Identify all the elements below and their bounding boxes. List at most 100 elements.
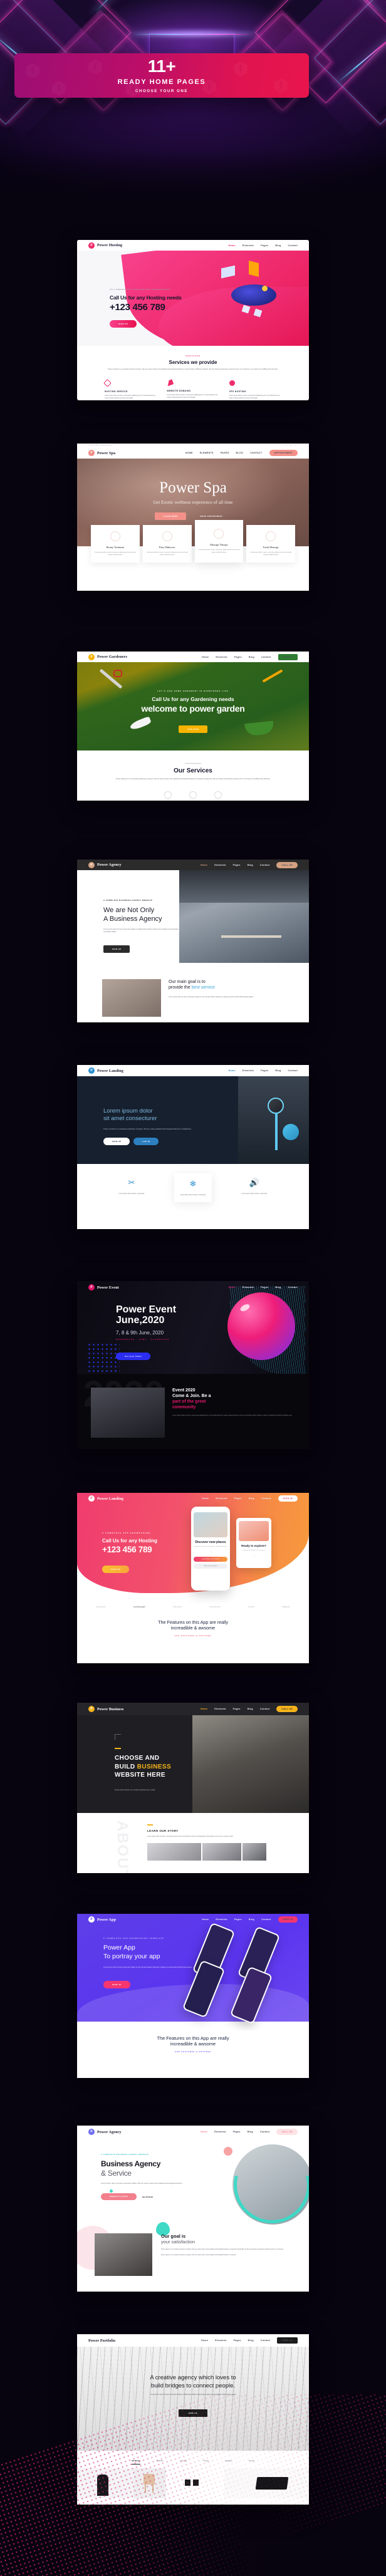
brand-logo[interactable]: P Power Business	[88, 1706, 123, 1712]
nav-item[interactable]: Elements	[214, 864, 226, 866]
nav-item[interactable]: Pages	[234, 656, 242, 658]
mockup-power-app-landing[interactable]: P Power Landing Home Elements Pages Blog…	[77, 1493, 309, 1663]
brand-logo[interactable]: P Power Landing	[88, 1067, 123, 1074]
nav-item[interactable]: Elements	[214, 1708, 226, 1710]
nav-item[interactable]: Elements	[216, 656, 227, 658]
nav-item[interactable]: Contact	[261, 1918, 271, 1921]
hero-cta-button[interactable]: JOIN NOW	[178, 725, 208, 733]
nav-item[interactable]: ELEMENTS	[200, 452, 214, 454]
hero-cta-primary[interactable]: REQUEST A QUOTE	[101, 2193, 137, 2201]
mockup-power-agency-service[interactable]: P Power Agency Home Elements Pages Blog …	[77, 2126, 309, 2292]
nav-item[interactable]: Blog	[249, 1918, 254, 1921]
nav-item[interactable]: Pages	[261, 1286, 268, 1289]
brand-logo[interactable]: P Power App	[88, 1916, 116, 1923]
hero-cta-secondary[interactable]: See Portfolio	[142, 2196, 153, 2198]
hero-cta-secondary[interactable]: LOG IN	[133, 1138, 159, 1146]
service-card[interactable]: Party Makeover Lorem ipsum dolor sit ame…	[142, 525, 192, 563]
nav-item[interactable]: Home	[229, 244, 236, 247]
service-card[interactable]: Facial Massage Lorem ipsum dolor sit ame…	[246, 525, 295, 563]
hero-cta-primary[interactable]: SIGN UP	[103, 1138, 130, 1146]
nav-item[interactable]: Blog	[275, 1069, 281, 1072]
brand-logo[interactable]: P Power Landing	[88, 1495, 123, 1502]
nav-item[interactable]: Contact	[261, 1497, 271, 1500]
service-card[interactable]: Massage Therapy Lorem ipsum dolor sit am…	[194, 520, 244, 563]
brand-logo[interactable]: P Power Spa	[88, 450, 115, 456]
get-ticket-button[interactable]: Get your ticket	[116, 1352, 151, 1360]
mockup-power-app[interactable]: P Power App Home Elements Pages Blog Con…	[77, 1914, 309, 2078]
brand-logo[interactable]: P Power Event	[88, 1284, 119, 1291]
signin-button[interactable]: SIGN IN	[278, 653, 298, 660]
nav-item[interactable]: Home	[201, 864, 207, 866]
hero-cta-button[interactable]: SIGN UP	[110, 320, 137, 328]
service-card[interactable]: HOSTING SERVICE Lorem ipsum dolor sit am…	[103, 379, 157, 400]
signin-button[interactable]: SIGN IN	[278, 1495, 298, 1502]
hero-cta-button[interactable]: SIGN UP	[103, 945, 130, 953]
nav-item[interactable]: Elements	[214, 2131, 226, 2133]
nav-item[interactable]: Pages	[233, 2131, 241, 2133]
main-nav[interactable]: Home Elements Pages Blog Contact CALL US	[201, 1706, 298, 1712]
nav-item[interactable]: Contact	[260, 864, 269, 866]
nav-item[interactable]: Blog	[275, 244, 281, 247]
nav-item[interactable]: BLOG	[236, 452, 244, 454]
nav-item[interactable]: Blog	[275, 1286, 281, 1289]
gallery-image[interactable]	[202, 1843, 241, 1861]
main-nav[interactable]: Home Elements Pages Blog Contact CALL US	[201, 2129, 298, 2135]
signin-button[interactable]: SIGN IN	[278, 1916, 298, 1923]
nav-item[interactable]: Blog	[248, 864, 253, 866]
brand-logo[interactable]: P Power Agency	[88, 861, 122, 868]
nav-item[interactable]: Elements	[216, 1497, 227, 1500]
nav-item[interactable]: Home	[229, 1069, 236, 1072]
nav-item[interactable]: Contact	[288, 1286, 298, 1289]
nav-item[interactable]: Blog	[248, 2131, 253, 2133]
nav-item[interactable]: HOME	[185, 452, 193, 454]
mockup-power-hosting[interactable]: P Power Hosting Home Elements Pages Blog…	[77, 240, 309, 400]
feature-card[interactable]: 🔊 Lorem ipsum dolor sit amet, consectetu…	[236, 1178, 273, 1195]
main-nav[interactable]: Home Elements Pages Blog Contact SIGN IN	[202, 1916, 298, 1923]
nav-item[interactable]: Pages	[234, 2339, 241, 2342]
mockup-power-landing[interactable]: P Power Landing Home Elements Pages Blog…	[77, 1065, 309, 1229]
hero-cta-primary[interactable]: LEARN MORE	[154, 512, 187, 520]
nav-item[interactable]: Pages	[234, 1918, 242, 1921]
hero-cta-button[interactable]: SIGN UP	[102, 1566, 130, 1573]
nav-item[interactable]: Home	[201, 2131, 207, 2133]
nav-item[interactable]: Contact	[260, 2131, 269, 2133]
nav-item[interactable]: Home	[202, 1918, 209, 1921]
mockup-power-business[interactable]: P Power Business Home Elements Pages Blo…	[77, 1703, 309, 1873]
nav-item[interactable]: Home	[201, 1708, 207, 1710]
phone-phone-button[interactable]: Sign in with your phone	[194, 1564, 227, 1569]
brand-logo[interactable]: P Power Gardeners	[88, 653, 127, 660]
social-icons[interactable]: f t i	[286, 445, 298, 447]
nav-item[interactable]: Blog	[249, 1497, 254, 1500]
brand-logo[interactable]: P Power Hosting	[88, 242, 122, 249]
nav-item[interactable]: Blog	[248, 2339, 254, 2342]
nav-item[interactable]: Pages	[234, 1497, 242, 1500]
nav-item[interactable]: Elements	[215, 2339, 226, 2342]
nav-item[interactable]: Elements	[243, 244, 254, 247]
nav-item[interactable]: Pages	[261, 244, 268, 247]
nav-item[interactable]: Contact	[261, 2339, 270, 2342]
appointment-button[interactable]: APPOINTMENT	[269, 450, 298, 456]
mockup-power-event[interactable]: P Power Event Home Elements Pages Blog C…	[77, 1281, 309, 1449]
nav-item[interactable]: PAGES	[221, 452, 229, 454]
brand-logo[interactable]: Power Portfolio	[88, 2339, 115, 2343]
nav-item[interactable]: CONTACT	[250, 452, 262, 454]
nav-item[interactable]: Contact	[261, 656, 271, 658]
gallery-image[interactable]	[147, 1843, 201, 1861]
call-us-button[interactable]: CALL US	[276, 1706, 298, 1712]
nav-item[interactable]: Elements	[243, 1069, 254, 1072]
gallery-image[interactable]	[243, 1843, 266, 1861]
mockup-power-agency[interactable]: P Power Agency Home Elements Pages Blog …	[77, 860, 309, 1022]
feature-card[interactable]: ❄ Lorem ipsum dolor sit amet, consectetu…	[174, 1173, 212, 1203]
main-nav[interactable]: Home Elements Pages Blog Contact	[229, 1069, 298, 1072]
nav-item[interactable]: Pages	[261, 1069, 268, 1072]
nav-item[interactable]: Pages	[233, 864, 241, 866]
call-us-button[interactable]: CALL US	[276, 2129, 298, 2135]
nav-item[interactable]: Pages	[233, 1708, 241, 1710]
mockup-power-spa[interactable]: +1 234 567 890 info@powerspa.com f t i P…	[77, 444, 309, 591]
feature-card[interactable]: ✂ Lorem ipsum dolor sit amet, consectetu…	[113, 1178, 150, 1195]
nav-item[interactable]: Blog	[248, 1708, 253, 1710]
mockup-power-gardeners[interactable]: P Power Gardeners Home Elements Pages Bl…	[77, 652, 309, 801]
nav-item[interactable]: Contact	[288, 244, 298, 247]
phone-facebook-button[interactable]: Sign Up/Sign in with Facebook	[194, 1557, 227, 1562]
nav-item[interactable]: Home	[229, 1286, 236, 1289]
